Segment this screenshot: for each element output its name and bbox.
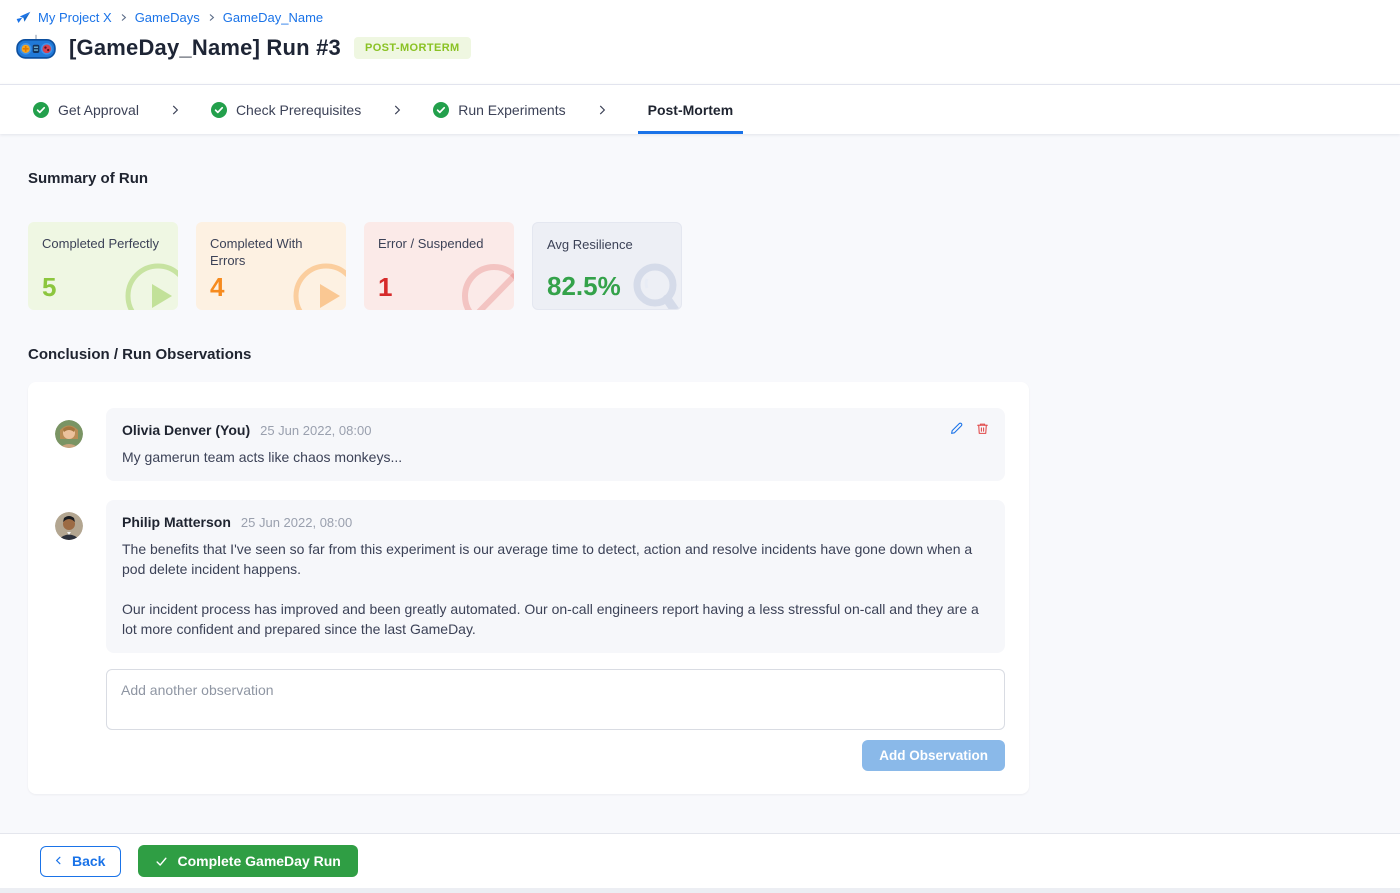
check-circle-icon [33, 102, 49, 118]
footer-bar: Back Complete GameDay Run [0, 833, 1400, 888]
back-button[interactable]: Back [40, 846, 121, 877]
chevron-right-icon [207, 13, 216, 22]
steadybit-logo-icon [16, 11, 31, 25]
observation-comment: Olivia Denver (You) 25 Jun 2022, 08:00 M… [55, 408, 1005, 481]
back-button-label: Back [72, 853, 105, 869]
magnifier-icon [627, 261, 682, 310]
complete-gameday-run-button[interactable]: Complete GameDay Run [138, 845, 357, 877]
stat-label: Error / Suspended [378, 235, 500, 252]
comment-bubble: Olivia Denver (You) 25 Jun 2022, 08:00 M… [106, 408, 1005, 481]
observation-input[interactable] [106, 669, 1005, 730]
summary-cards: Completed Perfectly 5 Completed With Err… [28, 222, 1372, 310]
play-circle-icon [122, 260, 178, 310]
post-mortem-status-badge: POST-MORTERM [354, 37, 471, 59]
title-row: [GameDay_Name] Run #3 POST-MORTERM [16, 34, 1384, 62]
tab-check-prerequisites[interactable]: Check Prerequisites [211, 85, 361, 134]
tab-label: Post-Mortem [648, 102, 734, 118]
gamepad-icon [16, 34, 56, 62]
comment-paragraph: The benefits that I've seen so far from … [122, 539, 989, 579]
check-circle-icon [211, 102, 227, 118]
chevron-right-icon [390, 85, 404, 134]
tab-get-approval[interactable]: Get Approval [33, 85, 139, 134]
stat-value: 5 [42, 272, 56, 303]
stat-card-avg-resilience: Avg Resilience 82.5% [532, 222, 682, 310]
breadcrumb-project-link[interactable]: My Project X [38, 10, 112, 25]
comment-body: My gamerun team acts like chaos monkeys.… [122, 447, 989, 467]
chevron-right-icon [119, 13, 128, 22]
stat-card-completed-perfectly: Completed Perfectly 5 [28, 222, 178, 310]
stat-value: 4 [210, 272, 224, 303]
delete-comment-icon[interactable] [976, 422, 989, 435]
ban-circle-icon [458, 260, 514, 310]
gameday-steps-tabbar: Get Approval Check Prerequisites Run Exp… [0, 84, 1400, 134]
comment-body: The benefits that I've seen so far from … [122, 539, 989, 639]
chevron-right-icon [168, 85, 182, 134]
comment-bubble: Philip Matterson 25 Jun 2022, 08:00 The … [106, 500, 1005, 653]
breadcrumb-gameday-name-link[interactable]: GameDay_Name [223, 10, 323, 25]
page-title: [GameDay_Name] Run #3 [69, 35, 341, 61]
comment-author: Olivia Denver (You) [122, 422, 250, 438]
complete-button-label: Complete GameDay Run [177, 853, 340, 869]
add-observation-button[interactable]: Add Observation [862, 740, 1005, 771]
stat-label: Avg Resilience [547, 236, 667, 253]
tab-run-experiments[interactable]: Run Experiments [433, 85, 565, 134]
observation-composer: Add Observation [106, 669, 1005, 771]
breadcrumb-gamedays-link[interactable]: GameDays [135, 10, 200, 25]
stat-card-completed-with-errors: Completed With Errors 4 [196, 222, 346, 310]
check-circle-icon [433, 102, 449, 118]
stat-value: 1 [378, 272, 392, 303]
summary-heading: Summary of Run [28, 134, 1372, 187]
main-content: Summary of Run Completed Perfectly 5 Com… [0, 134, 1400, 833]
chevron-left-icon [53, 855, 64, 866]
stat-label: Completed Perfectly [42, 235, 164, 252]
stat-label: Completed With Errors [210, 235, 332, 269]
comment-timestamp: 25 Jun 2022, 08:00 [260, 423, 371, 438]
comment-paragraph: Our incident process has improved and be… [122, 599, 989, 639]
avatar [55, 512, 83, 540]
tab-label: Get Approval [58, 102, 139, 118]
comment-timestamp: 25 Jun 2022, 08:00 [241, 515, 352, 530]
page-header: My Project X GameDays GameDay_Name [0, 0, 1400, 84]
stat-card-error-suspended: Error / Suspended 1 [364, 222, 514, 310]
tab-post-mortem[interactable]: Post-Mortem [638, 85, 744, 134]
check-icon [155, 855, 168, 868]
breadcrumb: My Project X GameDays GameDay_Name [16, 10, 1384, 25]
observation-comment: Philip Matterson 25 Jun 2022, 08:00 The … [55, 500, 1005, 653]
bottom-strip [0, 888, 1400, 893]
tab-label: Run Experiments [458, 102, 565, 118]
avatar [55, 420, 83, 448]
chevron-right-icon [595, 85, 609, 134]
observations-card: Olivia Denver (You) 25 Jun 2022, 08:00 M… [28, 382, 1029, 794]
tab-label: Check Prerequisites [236, 102, 361, 118]
comment-author: Philip Matterson [122, 514, 231, 530]
stat-value: 82.5% [547, 271, 621, 302]
observations-heading: Conclusion / Run Observations [28, 346, 1372, 363]
edit-comment-icon[interactable] [950, 422, 963, 435]
